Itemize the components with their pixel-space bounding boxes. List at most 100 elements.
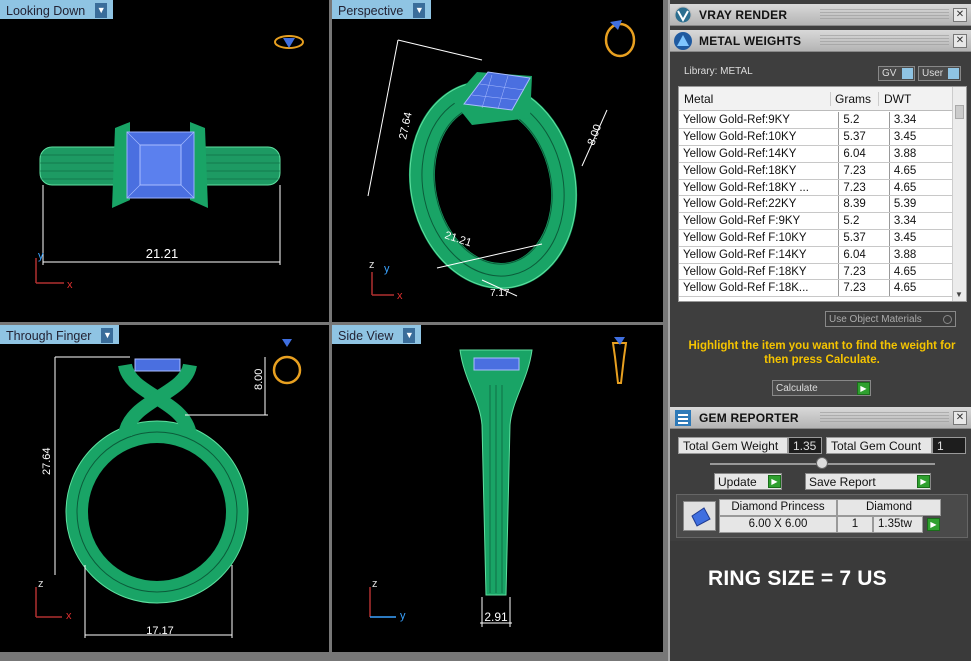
grip-handle[interactable] [820, 9, 949, 21]
metal-name-cell: Yellow Gold-Ref F:9KY [679, 212, 840, 231]
viewport-perspective[interactable]: 27.64 8.00 21.21 7.17 z y x Perspective ▼ [332, 0, 663, 322]
through-finger-canvas: 27.64 8.00 17.17 z x [35, 339, 302, 638]
ring-front-icon [272, 339, 302, 385]
update-button[interactable]: Update ▶ [714, 473, 782, 490]
close-icon[interactable]: ✕ [953, 34, 967, 48]
total-gem-weight-label: Total Gem Weight [678, 437, 788, 454]
gem-go-button[interactable]: ▶ [927, 518, 940, 531]
gem-row[interactable]: Diamond Princess Diamond 6.00 X 6.00 1 1… [676, 494, 968, 538]
axis-z-label: z [369, 259, 375, 271]
side-view-canvas: 2.91 z y [369, 337, 628, 627]
column-header-dwt[interactable]: DWT [879, 92, 939, 106]
slider-thumb[interactable] [816, 457, 828, 469]
column-header-grams[interactable]: Grams [831, 91, 879, 106]
dim-band-label: 7.17 [490, 288, 510, 299]
dwt-cell: 4.65 [889, 279, 954, 298]
hint-text: Highlight the item you want to find the … [688, 340, 956, 366]
use-object-materials-toggle[interactable]: Use Object Materials [825, 311, 956, 327]
grams-cell: 7.23 [838, 279, 890, 298]
total-gem-count-value: 1 [932, 437, 966, 454]
viewport-label-through-finger[interactable]: Through Finger ▼ [0, 325, 120, 344]
close-icon[interactable]: ✕ [953, 8, 967, 22]
ring-side-icon [611, 337, 628, 384]
vray-render-title: VRAY RENDER [699, 7, 788, 22]
grams-cell: 5.2 [838, 212, 890, 231]
grams-cell: 5.37 [838, 229, 890, 247]
table-row[interactable]: Yellow Gold-Ref F:9KY 5.2 3.34 [679, 212, 954, 231]
side-panel: VRAY RENDER ✕ METAL WEIGHTS ✕ Library: M… [668, 0, 971, 661]
gem-count: 1 [837, 516, 873, 533]
scrollbar[interactable]: ▼ [952, 87, 966, 301]
table-row[interactable]: Yellow Gold-Ref:9KY 5.2 3.34 [679, 112, 954, 130]
chevron-down-icon[interactable]: ▼ [413, 3, 426, 18]
chevron-down-icon[interactable]: ▼ [403, 328, 416, 343]
metal-name-cell: Yellow Gold-Ref F:18KY [679, 263, 840, 281]
metal-name-cell: Yellow Gold-Ref:22KY [679, 195, 840, 214]
dwt-cell: 3.88 [889, 145, 954, 163]
grams-cell: 5.37 [838, 128, 890, 147]
report-area: RING SIZE = 7 US [670, 541, 971, 661]
grip-handle[interactable] [820, 35, 949, 47]
viewport-through-finger[interactable]: 27.64 8.00 17.17 z x Through Finger ▼ [0, 325, 329, 652]
grams-cell: 8.39 [838, 195, 890, 214]
viewport-looking-down[interactable]: 21.21 y x Looking Down ▼ [0, 0, 329, 322]
grams-cell: 6.04 [838, 145, 890, 163]
table-row[interactable]: Yellow Gold-Ref:18KY ... 7.23 4.65 [679, 179, 954, 197]
column-header-metal[interactable]: Metal [679, 91, 831, 106]
table-row[interactable]: Yellow Gold-Ref:10KY 5.37 3.45 [679, 128, 954, 147]
library-label: Library: METAL [684, 66, 753, 77]
gem-reporter-icon [675, 409, 691, 426]
metal-weights-header[interactable]: METAL WEIGHTS ✕ [670, 30, 971, 52]
axis-x-label: x [67, 279, 73, 291]
table-row[interactable]: Yellow Gold-Ref F:18KY 7.23 4.65 [679, 263, 954, 281]
grams-cell: 5.2 [838, 112, 890, 130]
axis-x-label: x [397, 290, 403, 302]
vray-render-header[interactable]: VRAY RENDER ✕ [670, 4, 971, 26]
chevron-down-icon[interactable]: ▼ [95, 3, 108, 18]
perspective-canvas: 27.64 8.00 21.21 7.17 z y x [367, 20, 636, 302]
dim-top-label: 8.00 [586, 123, 605, 147]
viewport-side-view[interactable]: 2.91 z y Side View ▼ [332, 325, 663, 652]
viewport-label-side-view[interactable]: Side View ▼ [332, 325, 422, 344]
axis-z-label: z [372, 578, 378, 590]
viewport-label-looking-down[interactable]: Looking Down ▼ [0, 0, 114, 19]
dim-thickness-label: 2.91 [484, 610, 508, 624]
table-row[interactable]: Yellow Gold-Ref:22KY 8.39 5.39 [679, 195, 954, 214]
viewport-label-perspective[interactable]: Perspective ▼ [332, 0, 432, 19]
metal-table[interactable]: Metal Grams DWT Yellow Gold-Ref:9KY 5.2 3.… [678, 86, 967, 302]
close-icon[interactable]: ✕ [953, 411, 967, 425]
grams-cell: 7.23 [838, 263, 890, 281]
play-icon: ▶ [857, 381, 870, 395]
save-report-button[interactable]: Save Report ▶ [805, 473, 931, 490]
metal-name-cell: Yellow Gold-Ref F:14KY [679, 246, 840, 264]
radio-icon [943, 314, 952, 324]
metal-name-cell: Yellow Gold-Ref:18KY ... [679, 179, 840, 197]
axis-y-label: y [384, 263, 390, 275]
scroll-down-icon[interactable]: ▼ [955, 290, 963, 299]
table-row[interactable]: Yellow Gold-Ref F:14KY 6.04 3.88 [679, 246, 954, 264]
princess-diamond-icon [691, 507, 711, 527]
grip-handle[interactable] [820, 412, 949, 424]
gem-size: 6.00 X 6.00 [719, 516, 837, 533]
grams-cell: 6.04 [838, 246, 890, 264]
table-row[interactable]: Yellow Gold-Ref:18KY 7.23 4.65 [679, 162, 954, 180]
toggle-icon [902, 68, 913, 79]
gem-reporter-header[interactable]: GEM REPORTER ✕ [670, 407, 971, 429]
calculate-button[interactable]: Calculate ▶ [772, 380, 871, 396]
dwt-cell: 4.65 [889, 162, 954, 180]
app-window: 21.21 y x Looking Down ▼ 27.64 8.00 21.2… [0, 0, 971, 661]
table-row[interactable]: Yellow Gold-Ref F:18K... 7.23 4.65 [679, 279, 954, 298]
dwt-cell: 5.39 [889, 195, 954, 214]
user-toggle[interactable]: User [918, 66, 961, 81]
metal-name-cell: Yellow Gold-Ref:9KY [679, 112, 840, 130]
gem-reporter-title: GEM REPORTER [699, 410, 799, 425]
total-gem-count-label: Total Gem Count [826, 437, 932, 454]
gv-toggle[interactable]: GV [878, 66, 915, 81]
table-row[interactable]: Yellow Gold-Ref:14KY 6.04 3.88 [679, 145, 954, 163]
metal-name-cell: Yellow Gold-Ref:10KY [679, 128, 840, 147]
ring-size-text: RING SIZE = 7 US [708, 567, 887, 590]
table-row[interactable]: Yellow Gold-Ref F:10KY 5.37 3.45 [679, 229, 954, 247]
scrollbar-thumb[interactable] [955, 105, 964, 119]
vray-icon [674, 6, 692, 23]
chevron-down-icon[interactable]: ▼ [101, 328, 114, 343]
